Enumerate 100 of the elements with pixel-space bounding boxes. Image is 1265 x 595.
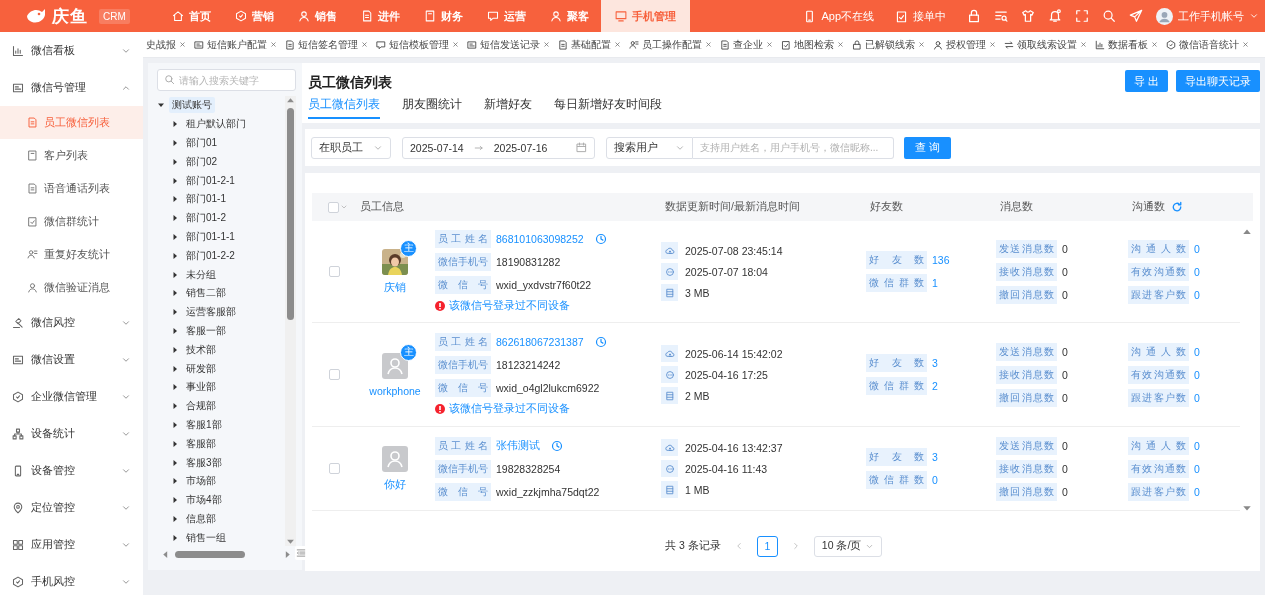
- open-tab[interactable]: 基础配置: [555, 32, 624, 57]
- menu-label: 企业微信管理: [31, 389, 98, 404]
- tree-node[interactable]: 市场部: [183, 473, 219, 490]
- book-icon: [27, 150, 38, 161]
- stat-value: 0: [1194, 345, 1200, 358]
- open-tab[interactable]: 员工操作配置: [626, 32, 715, 57]
- row-checkbox[interactable]: [328, 463, 340, 474]
- page-tab[interactable]: 朋友圈统计: [402, 97, 462, 119]
- row-checkbox[interactable]: [328, 369, 340, 380]
- tree-node[interactable]: 部门02: [183, 153, 221, 170]
- tree-node[interactable]: 部门01-2-1: [183, 172, 238, 189]
- tree-node[interactable]: 部门01-2-2: [183, 247, 238, 264]
- open-tab[interactable]: 短信账户配置: [191, 32, 280, 57]
- open-tab[interactable]: 短信签名管理: [282, 32, 371, 57]
- open-tab[interactable]: 已解锁线索: [849, 32, 928, 57]
- scroll-right-icon[interactable]: [283, 550, 292, 559]
- caret-right-icon[interactable]: [171, 383, 179, 392]
- tree-node[interactable]: 部门01-1: [183, 191, 229, 208]
- sidebar-menu-item[interactable]: 设备统计: [0, 415, 143, 452]
- tree-node[interactable]: 客服部: [183, 435, 219, 452]
- sidebar-item[interactable]: 微信群统计: [0, 205, 143, 238]
- caret-right-icon[interactable]: [171, 439, 179, 448]
- sidebar-item[interactable]: 重复好友统计: [0, 238, 143, 271]
- search-type-select[interactable]: 搜索用户: [606, 136, 693, 159]
- caret-right-icon[interactable]: [171, 157, 179, 166]
- search-field[interactable]: 支持用户姓名，用户手机号，微信昵称...: [693, 136, 894, 159]
- caret-right-icon[interactable]: [171, 139, 179, 147]
- row-checkbox[interactable]: [328, 266, 340, 277]
- scroll-up-icon[interactable]: [286, 96, 295, 105]
- tree-node[interactable]: 市场4部: [183, 492, 225, 509]
- open-tab[interactable]: 史战报: [143, 32, 189, 57]
- sidebar-menu-item[interactable]: 企业微信管理: [0, 378, 143, 415]
- caret-right-icon[interactable]: [171, 270, 179, 279]
- tree-node[interactable]: 测试账号: [169, 97, 215, 114]
- tree-node[interactable]: 事业部: [183, 379, 219, 396]
- open-tab[interactable]: 短信发送记录: [464, 32, 553, 57]
- stat-label: 沟通人数: [1128, 436, 1189, 455]
- sidebar-menu-item[interactable]: 定位管控: [0, 489, 143, 526]
- shirt-icon: [1021, 9, 1035, 23]
- caret-right-icon[interactable]: [171, 458, 179, 467]
- caret-right-icon[interactable]: [171, 289, 179, 298]
- tree-node[interactable]: 客服一部: [183, 322, 229, 339]
- open-tab[interactable]: 授权管理: [930, 32, 999, 57]
- scroll-up-icon[interactable]: [1241, 227, 1252, 237]
- page-size-select[interactable]: 10 条/页: [813, 535, 882, 557]
- caret-right-icon[interactable]: [171, 533, 179, 542]
- open-tab[interactable]: 数据看板: [1092, 32, 1161, 57]
- status-select[interactable]: 在职员工: [311, 136, 391, 159]
- field-label: 微信号: [435, 482, 491, 501]
- avatar-icon[interactable]: [1156, 7, 1173, 25]
- page-tab[interactable]: 新增好友: [484, 97, 532, 119]
- scroll-down-icon[interactable]: [286, 537, 295, 546]
- caret-right-icon[interactable]: [171, 120, 179, 129]
- sidebar-item[interactable]: 微信验证消息: [0, 271, 143, 304]
- select-all-checkbox[interactable]: [328, 201, 339, 213]
- book-icon: [424, 10, 436, 22]
- tree-node[interactable]: 技术部: [183, 341, 219, 358]
- sidebar-menu-item[interactable]: 设备管控: [0, 452, 143, 489]
- tree-node[interactable]: 客服3部: [183, 454, 225, 471]
- search-field[interactable]: 请输入搜索关键字: [157, 69, 296, 91]
- sidebar-menu-item[interactable]: 微信设置: [0, 341, 143, 378]
- caret-right-icon[interactable]: [171, 364, 179, 373]
- sidebar-menu-item[interactable]: 微信看板: [0, 32, 143, 69]
- tree-node[interactable]: 未分组: [183, 266, 219, 283]
- tree-node[interactable]: 部门01: [183, 135, 221, 151]
- caret-right-icon[interactable]: [171, 477, 179, 486]
- open-tab[interactable]: 领取线索设置: [1001, 32, 1090, 57]
- sidebar-menu-item[interactable]: 应用管控: [0, 526, 143, 563]
- tree-node[interactable]: 合规部: [183, 398, 219, 415]
- caret-right-icon[interactable]: [171, 176, 179, 185]
- tree-node[interactable]: 销售二部: [183, 285, 229, 302]
- scroll-left-icon[interactable]: [161, 550, 170, 559]
- sidebar-item[interactable]: 客户列表: [0, 139, 143, 172]
- sidebar-menu-item[interactable]: 手机风控: [0, 563, 143, 595]
- open-tab[interactable]: 短信模板管理: [373, 32, 462, 57]
- tree-node[interactable]: 运营客服部: [183, 304, 239, 321]
- tree-node[interactable]: 客服1部: [183, 416, 225, 433]
- tree-node[interactable]: 部门01-2: [183, 210, 229, 227]
- scroll-down-icon[interactable]: [1241, 503, 1252, 513]
- card-icon: [194, 39, 204, 50]
- tree-node[interactable]: 部门01-1-1: [183, 228, 238, 245]
- date-range-field[interactable]: 2025-07-14 2025-07-16: [402, 136, 595, 159]
- tree-node[interactable]: 信息部: [183, 510, 219, 527]
- open-tab[interactable]: 查企业: [717, 32, 776, 57]
- page-tab[interactable]: 每日新增好友时间段: [554, 97, 662, 119]
- tree-node[interactable]: 销售一组: [183, 529, 229, 546]
- sidebar-menu-item[interactable]: 微信风控: [0, 304, 143, 341]
- sidebar-item[interactable]: 语音通话列表: [0, 172, 143, 205]
- stat-value: 0: [1194, 439, 1200, 452]
- tree-node[interactable]: 研发部: [183, 360, 219, 377]
- field-label: 员工姓名: [435, 436, 491, 455]
- sidebar-menu-item[interactable]: 微信号管理: [0, 69, 143, 106]
- open-tab[interactable]: 微信语音统计: [1163, 32, 1252, 57]
- document-icon: [558, 39, 568, 50]
- caret-right-icon[interactable]: [171, 251, 179, 260]
- caret-right-icon[interactable]: [171, 195, 179, 204]
- tree-node[interactable]: 租户默认部门: [183, 116, 249, 133]
- time-value: 1 MB: [685, 483, 710, 496]
- caret-right-icon[interactable]: [171, 345, 179, 354]
- open-tab[interactable]: 地图检索: [778, 32, 847, 57]
